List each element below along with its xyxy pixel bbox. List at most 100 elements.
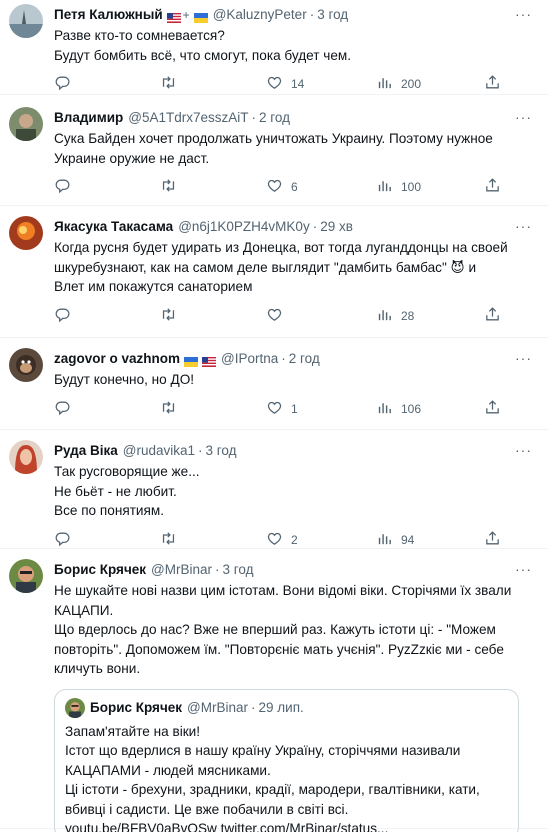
tweet: Руда Віка @rudavika1 · 3 год ··· Так русговор… <box>0 430 548 549</box>
reply-button[interactable] <box>54 177 71 197</box>
like-icon <box>266 399 283 419</box>
avatar[interactable] <box>9 559 43 593</box>
quoted-tweet[interactable]: Борис Крячек @MrBinar · 29 лип. Запам'ятайте… <box>54 688 519 832</box>
author-handle[interactable]: @MrBinar <box>151 561 212 579</box>
views-button[interactable]: 94 <box>376 530 414 550</box>
quoted-author-name: Борис Крячек <box>90 699 183 715</box>
share-button[interactable] <box>484 306 501 326</box>
more-options-icon[interactable]: ··· <box>515 350 532 366</box>
author-handle[interactable]: @KaluznyPeter <box>213 6 307 24</box>
share-button[interactable] <box>484 177 501 197</box>
tweet-text: Будут конечно, но ДО! <box>54 370 534 390</box>
tweet-text-line: Когда русня будет удирать из Донецка, во… <box>54 240 508 255</box>
views-button[interactable]: 200 <box>376 74 421 94</box>
reply-button[interactable] <box>54 74 71 94</box>
quoted-text-line: вбивці і садисти. Це вже побачили в світ… <box>65 801 349 817</box>
author-name[interactable]: Владимир <box>54 109 123 127</box>
more-options-icon[interactable]: ··· <box>515 218 532 234</box>
retweet-icon <box>160 530 177 550</box>
retweet-button[interactable] <box>160 399 177 419</box>
action-bar: 2 94 <box>54 530 534 550</box>
author-handle[interactable]: @n6j1K0PZH4vMK0y <box>178 218 310 236</box>
retweet-icon <box>160 74 177 94</box>
author-name[interactable]: Якасука Такасама <box>54 218 173 236</box>
retweet-button[interactable] <box>160 306 177 326</box>
quoted-text-line: КАЦАПАМИ - людей мясниками. <box>65 762 271 778</box>
reply-button[interactable] <box>54 399 71 419</box>
like-count: 14 <box>291 77 305 91</box>
author-name[interactable]: Руда Віка <box>54 442 118 460</box>
author-handle[interactable]: @5A1Tdrx7esszAiT <box>128 109 248 127</box>
avatar[interactable] <box>9 107 43 141</box>
tweet-text: Разве кто-то сомневается? Будут бомбить в… <box>54 26 534 65</box>
reply-icon <box>54 177 71 197</box>
ukraine-flag-icon <box>184 354 199 367</box>
tweet-text: Так русговорящие же... Не бьёт - не любит… <box>54 462 534 521</box>
tweet-text-line: Не бьёт - не любит. <box>54 483 177 499</box>
reply-button[interactable] <box>54 306 71 326</box>
author-handle[interactable]: @rudavika1 <box>123 442 195 460</box>
separator-dot: · <box>281 351 286 366</box>
timestamp[interactable]: 2 год <box>259 109 290 127</box>
tweet-header: Владимир @5A1Tdrx7esszAiT · 2 год <box>54 109 534 127</box>
views-button[interactable]: 100 <box>376 177 421 197</box>
like-count: 1 <box>291 401 298 416</box>
tweet-feed: Петя Калюжный + @KaluznyPeter · 3 год ··· Разв… <box>0 0 548 832</box>
author-handle[interactable]: @IPortna <box>221 350 278 368</box>
tweet-text-line: КАЦАПИ. <box>54 602 114 618</box>
more-options-icon[interactable]: ··· <box>515 109 532 125</box>
tweet-text-line: Сука Байден хочет продолжать уничтожать … <box>54 131 493 146</box>
avatar[interactable] <box>9 216 43 250</box>
us-flag-icon <box>202 354 217 367</box>
tweet-text-line: Не шукайте нові назви цим істотам. Вони … <box>54 583 512 598</box>
like-icon <box>266 306 283 326</box>
author-name[interactable]: Петя Калюжный <box>54 6 163 24</box>
retweet-button[interactable] <box>160 530 177 550</box>
views-icon <box>376 530 393 550</box>
views-count: 106 <box>401 401 422 416</box>
like-count: 6 <box>291 180 298 194</box>
timestamp[interactable]: 3 год <box>206 442 237 460</box>
quoted-timestamp: 29 лип. <box>258 699 304 715</box>
quoted-text-line: Запам'ятайте на віки! <box>65 723 201 739</box>
views-button[interactable]: 106 <box>376 399 421 419</box>
like-button[interactable]: 14 <box>266 74 304 94</box>
tweet-text-line: Будут конечно, но ДО! <box>54 372 195 387</box>
share-button[interactable] <box>484 530 501 550</box>
share-button[interactable] <box>484 74 501 94</box>
avatar[interactable] <box>9 348 43 382</box>
more-options-icon[interactable]: ··· <box>515 561 532 577</box>
quoted-tweet-text: Запам'ятайте на віки! Істот що вдерлися в… <box>65 722 508 832</box>
timestamp[interactable]: 3 год <box>317 6 348 24</box>
tweet: Владимир @5A1Tdrx7esszAiT · 2 год ··· Сука Ба… <box>0 95 548 206</box>
retweet-button[interactable] <box>160 74 177 94</box>
separator-dot: · <box>198 443 203 458</box>
reply-button[interactable] <box>54 530 71 550</box>
timestamp[interactable]: 3 год <box>223 561 254 579</box>
share-button[interactable] <box>484 399 501 419</box>
author-name[interactable]: Борис Крячек <box>54 561 146 579</box>
views-count: 200 <box>401 77 422 91</box>
like-button[interactable] <box>266 306 291 326</box>
separator-dot: · <box>251 110 256 125</box>
like-button[interactable]: 1 <box>266 399 298 419</box>
like-button[interactable]: 2 <box>266 530 298 550</box>
views-button[interactable]: 28 <box>376 306 414 326</box>
like-button[interactable]: 6 <box>266 177 298 197</box>
timestamp[interactable]: 2 год <box>289 350 320 368</box>
more-options-icon[interactable]: ··· <box>515 442 532 458</box>
separator-dot: · <box>309 7 315 22</box>
action-bar: 28 <box>54 306 534 326</box>
timestamp[interactable]: 29 хв <box>320 218 353 236</box>
author-name[interactable]: zagovor o vazhnom <box>54 350 180 368</box>
separator-dot: · <box>215 562 220 577</box>
retweet-button[interactable] <box>160 177 177 197</box>
avatar[interactable] <box>9 4 43 38</box>
like-icon <box>266 530 283 550</box>
views-icon <box>376 177 393 197</box>
more-options-icon[interactable]: ··· <box>515 6 532 22</box>
tweet-header: Борис Крячек @MrBinar · 3 год <box>54 561 534 579</box>
avatar[interactable] <box>9 440 43 474</box>
like-count: 2 <box>291 532 298 547</box>
views-icon <box>376 399 393 419</box>
